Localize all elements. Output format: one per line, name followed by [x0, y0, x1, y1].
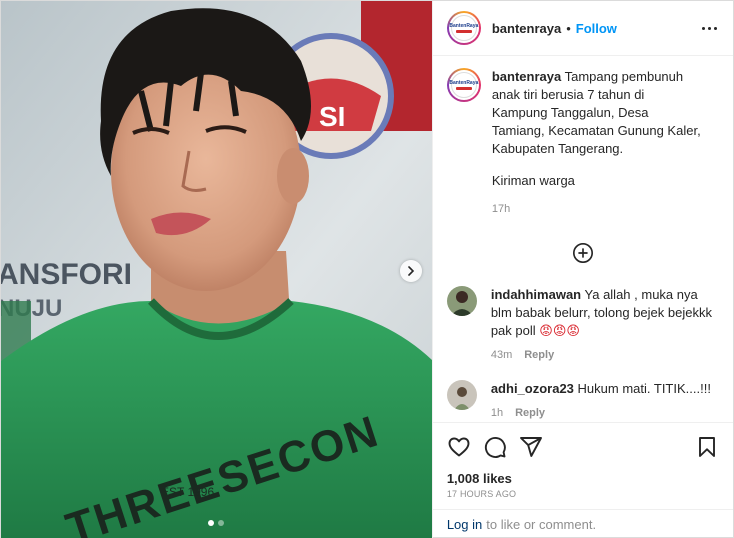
reply-button[interactable]: Reply [515, 404, 545, 422]
sign-text: SI [319, 101, 345, 132]
comment-item: adhi_ozora23 Hukum mati. TITIK....!!! 1h… [446, 380, 719, 422]
post-time-ago: 17 HOURS AGO [446, 489, 517, 499]
bookmark-icon[interactable] [695, 435, 719, 459]
post-side-panel: BantenRaya bantenraya • Follow BantenRay… [431, 1, 733, 538]
avatar-logo-text: BantenRaya [449, 22, 479, 29]
add-circle-icon[interactable] [572, 242, 594, 264]
avatar-logo-text: BantenRaya [449, 79, 479, 86]
share-icon[interactable] [519, 435, 543, 459]
comment-emoji: 😡😡😡 [539, 323, 580, 338]
wall-text-1: ANSFORI [1, 258, 132, 291]
header-separator: • [566, 20, 571, 36]
brand-logo: BantenRaya [449, 72, 479, 98]
comment-text: Hukum mati. TITIK....!!! [577, 381, 711, 396]
carousel-dot-active [208, 520, 215, 526]
comment-item: indahhimawan Ya allah , muka nya blm bab… [446, 286, 719, 364]
post-media[interactable]: SI ANSFORI NUJU THREESECON EST 1996 [1, 1, 432, 538]
carousel-next-button[interactable] [400, 260, 422, 282]
comment-time: 1h [490, 407, 504, 419]
comment-username[interactable]: indahhimawan [491, 287, 581, 302]
more-icon[interactable] [698, 23, 721, 34]
reply-button[interactable]: Reply [524, 346, 554, 364]
comment-time: 43m [490, 349, 513, 361]
comment-avatar[interactable] [446, 286, 477, 316]
heart-icon[interactable] [447, 435, 471, 459]
header-username[interactable]: bantenraya [492, 21, 561, 36]
caption-time: 17h [491, 203, 511, 215]
comment-username[interactable]: adhi_ozora23 [491, 381, 574, 396]
instagram-post: SI ANSFORI NUJU THREESECON EST 1996 Bant… [0, 0, 734, 538]
carousel-dots [1, 520, 432, 526]
caption-avatar[interactable]: BantenRaya [446, 68, 481, 102]
chevron-right-icon [408, 266, 415, 276]
carousel-dot [218, 520, 225, 526]
post-actions: 1,008 likes 17 HOURS AGO Log in to like … [432, 422, 733, 538]
avatar[interactable]: BantenRaya [446, 11, 481, 45]
likes-count[interactable]: 1,008 likes [447, 471, 719, 486]
caption-extra: Kiriman warga [491, 173, 575, 188]
comment-avatar[interactable] [446, 380, 477, 410]
post-photo: SI ANSFORI NUJU THREESECON EST 1996 [1, 1, 432, 538]
login-prompt: to like or comment. [486, 517, 597, 532]
post-header: BantenRaya bantenraya • Follow [432, 1, 733, 56]
shirt-text-est: EST 1996 [161, 485, 214, 499]
caption: BantenRaya bantenraya Tampang pembunuh a… [446, 68, 719, 218]
comments-scroll-area[interactable]: BantenRaya bantenraya Tampang pembunuh a… [433, 56, 733, 422]
comment-icon[interactable] [483, 435, 507, 459]
caption-username[interactable]: bantenraya [492, 69, 561, 84]
follow-button[interactable]: Follow [576, 21, 617, 36]
brand-logo: BantenRaya [449, 15, 479, 41]
login-link[interactable]: Log in [447, 517, 482, 532]
login-bar: Log in to like or comment. [432, 509, 733, 538]
